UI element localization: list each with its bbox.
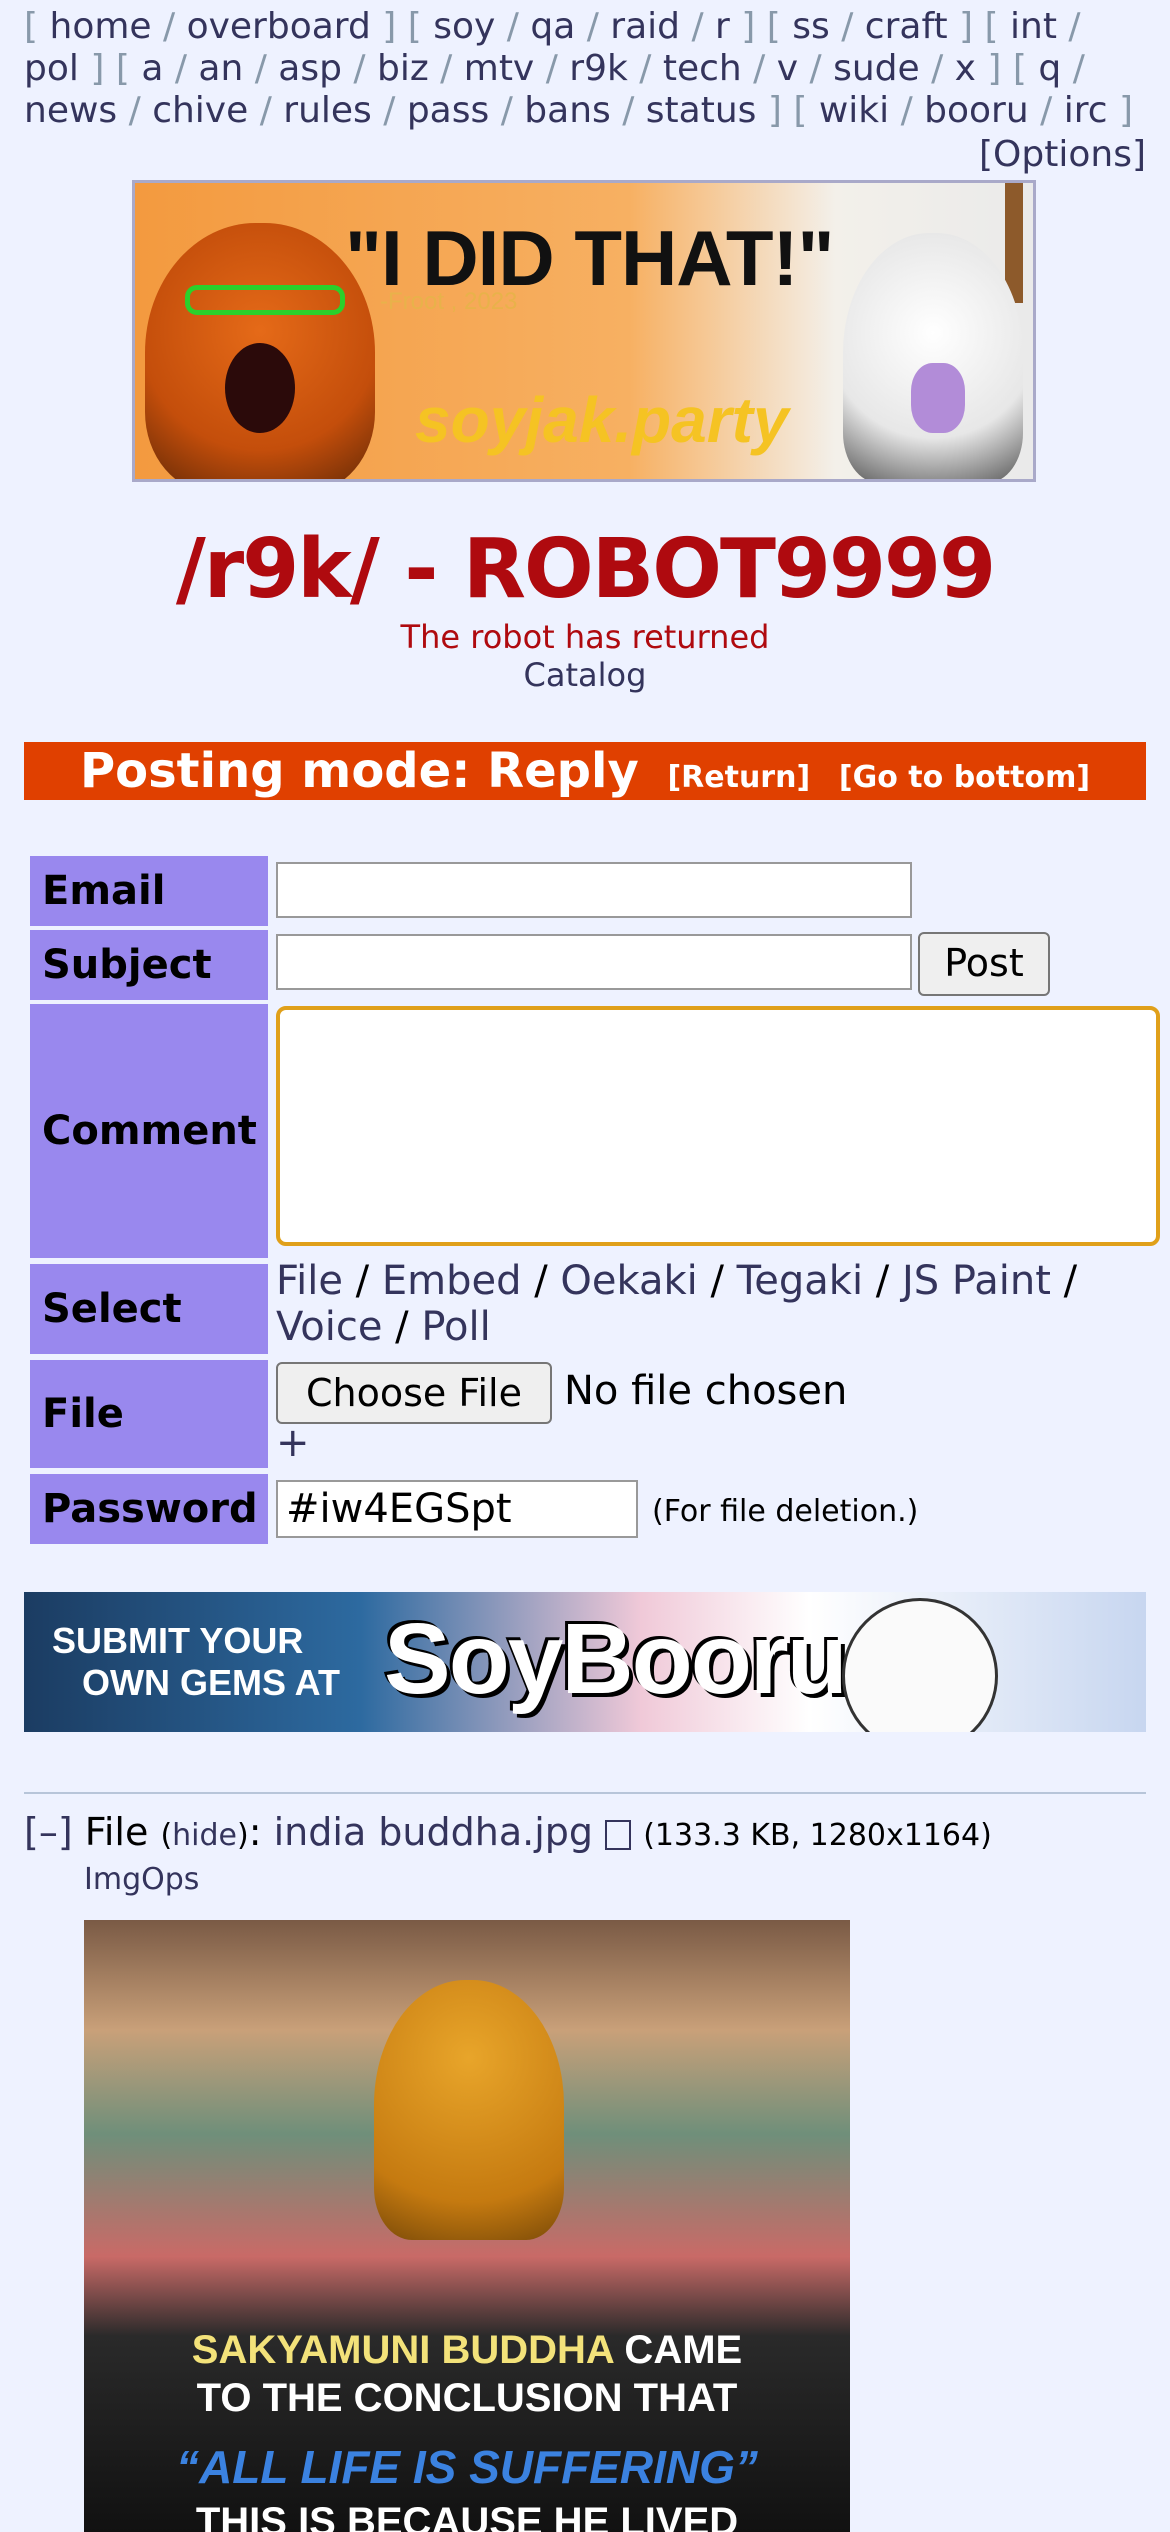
ad-text: SUBMIT YOUR OWN GEMS AT xyxy=(52,1620,340,1704)
board-link-r[interactable]: r xyxy=(715,6,730,47)
options-link[interactable]: [Options] xyxy=(979,134,1146,175)
board-link-int[interactable]: int xyxy=(1010,6,1057,47)
board-link-x[interactable]: x xyxy=(955,48,976,89)
board-link-irc[interactable]: irc xyxy=(1064,90,1108,131)
board-link-pol[interactable]: pol xyxy=(24,48,79,89)
no-file-chosen-text: No file chosen xyxy=(564,1368,848,1414)
select-jspaint-link[interactable]: JS Paint xyxy=(902,1258,1051,1304)
board-link-raid[interactable]: raid xyxy=(610,6,680,47)
board-link-home[interactable]: home xyxy=(50,6,152,47)
board-link-bans[interactable]: bans xyxy=(524,90,610,131)
board-link-biz[interactable]: biz xyxy=(377,48,429,89)
board-link-r9k[interactable]: r9k xyxy=(569,48,628,89)
ad-brand: SoyBooru xyxy=(384,1603,848,1715)
posting-mode-label: Posting mode: Reply xyxy=(79,743,639,799)
board-link-news[interactable]: news xyxy=(24,90,117,131)
choose-file-button[interactable]: Choose File xyxy=(276,1362,552,1424)
board-title: /r9k/ - ROBOT9999 xyxy=(175,522,996,617)
image-caption-line1: SAKYAMUNI BUDDHA CAME xyxy=(84,2328,850,2373)
board-link-sude[interactable]: sude xyxy=(833,48,920,89)
select-voice-link[interactable]: Voice xyxy=(276,1304,382,1350)
subject-label: Subject xyxy=(30,930,268,1000)
select-tegaki-link[interactable]: Tegaki xyxy=(737,1258,863,1304)
select-poll-link[interactable]: Poll xyxy=(421,1304,490,1350)
select-file-link[interactable]: File xyxy=(276,1258,343,1304)
password-label: Password xyxy=(30,1474,268,1544)
image-caption-line4: THIS IS BECAUSE HE LIVED xyxy=(195,2500,739,2532)
board-link-tech[interactable]: tech xyxy=(663,48,742,89)
go-to-bottom-link[interactable]: [Go to bottom] xyxy=(839,760,1090,795)
soybooru-ad-banner[interactable]: SUBMIT YOUR OWN GEMS AT SoyBooru xyxy=(24,1592,1146,1732)
board-subtitle: The robot has returned xyxy=(400,618,770,656)
download-icon[interactable] xyxy=(605,1819,632,1850)
collapse-post-button[interactable]: [–] xyxy=(24,1810,73,1854)
soyjak-illustration xyxy=(145,223,375,479)
image-caption-line2: TO THE CONCLUSION THAT xyxy=(196,2376,738,2420)
board-link-booru[interactable]: booru xyxy=(924,90,1029,131)
post-button[interactable]: Post xyxy=(918,932,1050,996)
email-field[interactable] xyxy=(276,862,912,918)
board-link-asp[interactable]: asp xyxy=(278,48,342,89)
board-link-chive[interactable]: chive xyxy=(152,90,248,131)
posting-mode-bar: Posting mode: Reply [Return] [Go to bott… xyxy=(24,742,1146,800)
post-file-info: [–] File (hide): india buddha.jpg (133.3… xyxy=(24,1810,992,1854)
imgops-link[interactable]: ImgOps xyxy=(84,1862,199,1897)
comment-label: Comment xyxy=(30,1004,268,1258)
wojak-face-illustration xyxy=(842,1598,998,1732)
board-link-q[interactable]: q xyxy=(1038,48,1061,89)
board-link-craft[interactable]: craft xyxy=(865,6,948,47)
mouth-shape xyxy=(225,343,295,433)
site-banner[interactable]: "I DID THAT!" -Froot , 2023 soyjak.party xyxy=(132,180,1036,482)
board-link-pass[interactable]: pass xyxy=(407,90,489,131)
board-link-rules[interactable]: rules xyxy=(283,90,372,131)
banner-site-name: soyjak.party xyxy=(415,384,789,456)
return-link[interactable]: [Return] xyxy=(667,760,810,795)
catalog-link[interactable]: Catalog xyxy=(524,656,647,694)
file-label: File xyxy=(30,1360,268,1468)
hide-file-link[interactable]: hide xyxy=(172,1818,237,1853)
image-caption-line3: “ALL LIFE IS SUFFERING” xyxy=(176,2441,758,2493)
comment-textarea[interactable] xyxy=(276,1006,1160,1246)
subject-field[interactable] xyxy=(276,934,912,990)
board-link-ss[interactable]: ss xyxy=(792,6,830,47)
wojak-illustration xyxy=(843,233,1023,479)
board-link-a[interactable]: a xyxy=(141,48,163,89)
board-link-wiki[interactable]: wiki xyxy=(819,90,889,131)
password-field[interactable]: #iw4EGSpt xyxy=(276,1480,638,1538)
select-label: Select xyxy=(30,1264,268,1354)
image-caption-rest: CAME xyxy=(613,2328,743,2372)
select-oekaki-link[interactable]: Oekaki xyxy=(560,1258,697,1304)
password-hint: (For file deletion.) xyxy=(652,1494,919,1529)
board-link-qa[interactable]: qa xyxy=(530,6,575,47)
ad-line1: SUBMIT YOUR xyxy=(52,1620,304,1661)
glasses-shape xyxy=(185,285,345,315)
file-word: File xyxy=(84,1810,149,1854)
buddha-illustration xyxy=(374,1980,564,2240)
image-caption-highlight: SAKYAMUNI BUDDHA xyxy=(191,2328,614,2372)
board-link-overboard[interactable]: overboard xyxy=(187,6,371,47)
select-options: File / Embed / Oekaki / Tegaki / JS Pain… xyxy=(276,1258,1078,1350)
tongue-shape xyxy=(911,363,965,433)
board-link-status[interactable]: status xyxy=(646,90,757,131)
banner-signature: -Froot , 2023 xyxy=(380,288,518,315)
file-meta: (133.3 KB, 1280x1164) xyxy=(643,1818,992,1853)
board-link-mtv[interactable]: mtv xyxy=(464,48,535,89)
board-list: [ home / overboard ] [ soy / qa / raid /… xyxy=(24,6,1133,131)
post-image[interactable]: SAKYAMUNI BUDDHA CAME TO THE CONCLUSION … xyxy=(84,1920,850,2532)
add-file-link[interactable]: + xyxy=(276,1420,310,1466)
board-link-v[interactable]: v xyxy=(777,48,798,89)
board-link-an[interactable]: an xyxy=(198,48,243,89)
email-label: Email xyxy=(30,856,268,926)
divider xyxy=(24,1792,1146,1794)
file-name-link[interactable]: india buddha.jpg xyxy=(274,1810,593,1854)
board-link-soy[interactable]: soy xyxy=(433,6,495,47)
ad-line2: OWN GEMS AT xyxy=(82,1662,340,1703)
select-embed-link[interactable]: Embed xyxy=(382,1258,522,1304)
